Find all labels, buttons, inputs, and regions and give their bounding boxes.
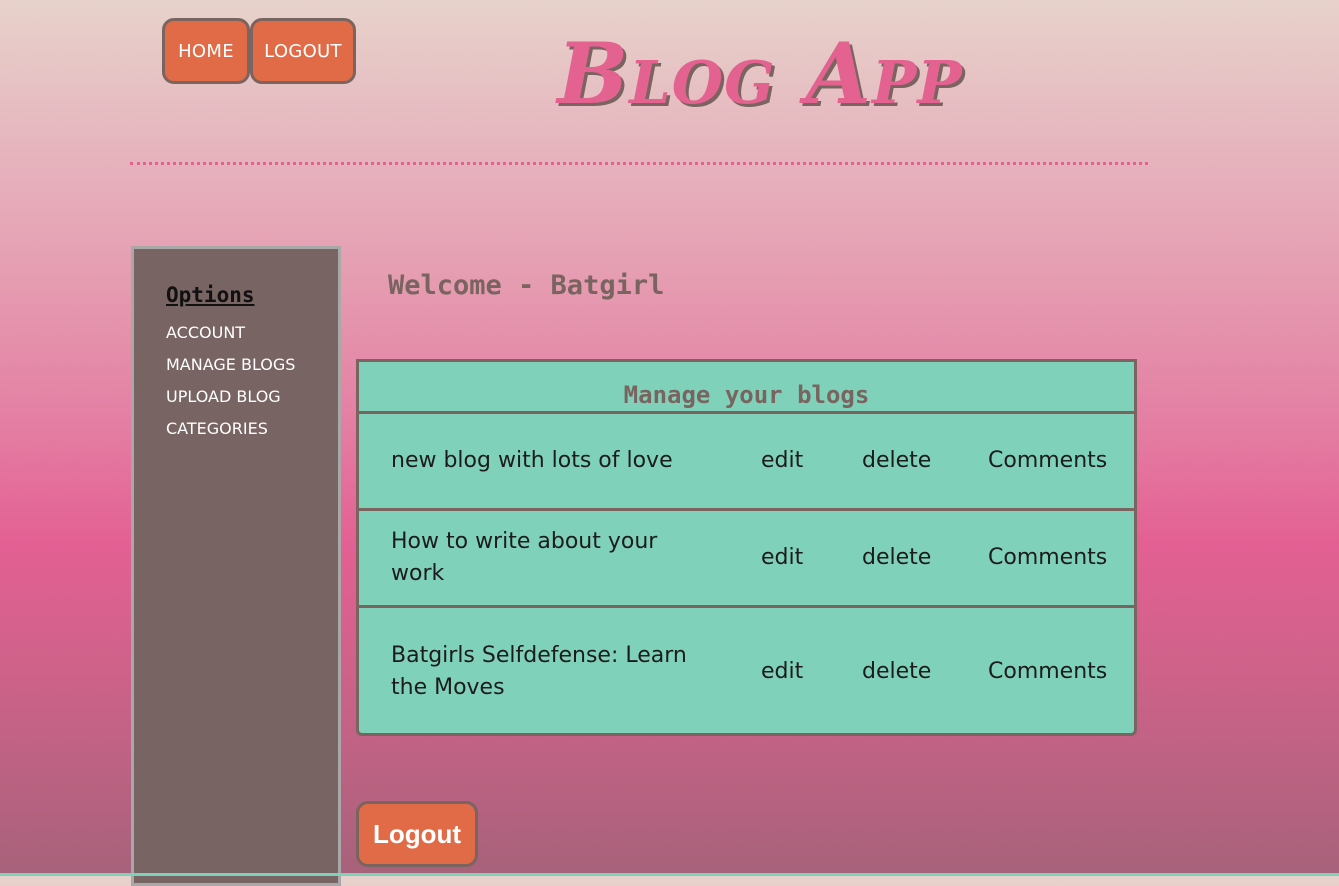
delete-link[interactable]: delete bbox=[862, 656, 931, 688]
blog-title: Batgirls Selfdefense: Learn the Moves bbox=[391, 643, 687, 700]
table-row: new blog with lots of love edit delete C… bbox=[359, 414, 1134, 511]
sidebar: Options ACCOUNT MANAGE BLOGS UPLOAD BLOG… bbox=[131, 246, 341, 886]
edit-link[interactable]: edit bbox=[761, 542, 803, 574]
table-row: How to write about your work edit delete… bbox=[359, 511, 1134, 608]
sidebar-item-categories[interactable]: CATEGORIES bbox=[166, 419, 268, 438]
sidebar-item-upload-blog[interactable]: UPLOAD BLOG bbox=[166, 387, 281, 406]
blog-title: How to write about your work bbox=[391, 529, 658, 586]
logout-top-button[interactable]: LOGOUT bbox=[250, 18, 356, 84]
sidebar-title: Options bbox=[166, 283, 255, 307]
sidebar-item-account[interactable]: ACCOUNT bbox=[166, 323, 245, 342]
edit-link[interactable]: edit bbox=[761, 445, 803, 477]
delete-link[interactable]: delete bbox=[862, 445, 931, 477]
welcome-heading: Welcome - Batgirl bbox=[388, 270, 665, 301]
table-row: Batgirls Selfdefense: Learn the Moves ed… bbox=[359, 608, 1134, 733]
sidebar-item-manage-blogs[interactable]: MANAGE BLOGS bbox=[166, 355, 295, 374]
delete-link[interactable]: delete bbox=[862, 542, 931, 574]
home-button[interactable]: HOME bbox=[162, 18, 250, 84]
header-divider bbox=[130, 162, 1148, 165]
logout-button[interactable]: Logout bbox=[356, 801, 478, 867]
brand-title: Blog App bbox=[557, 23, 963, 123]
comments-link[interactable]: Comments bbox=[988, 445, 1107, 477]
blog-title: new blog with lots of love bbox=[391, 448, 673, 473]
comments-link[interactable]: Comments bbox=[988, 656, 1107, 688]
comments-link[interactable]: Comments bbox=[988, 542, 1107, 574]
table-title: Manage your blogs bbox=[359, 362, 1134, 414]
manage-blogs-table: Manage your blogs new blog with lots of … bbox=[356, 359, 1137, 736]
edit-link[interactable]: edit bbox=[761, 656, 803, 688]
